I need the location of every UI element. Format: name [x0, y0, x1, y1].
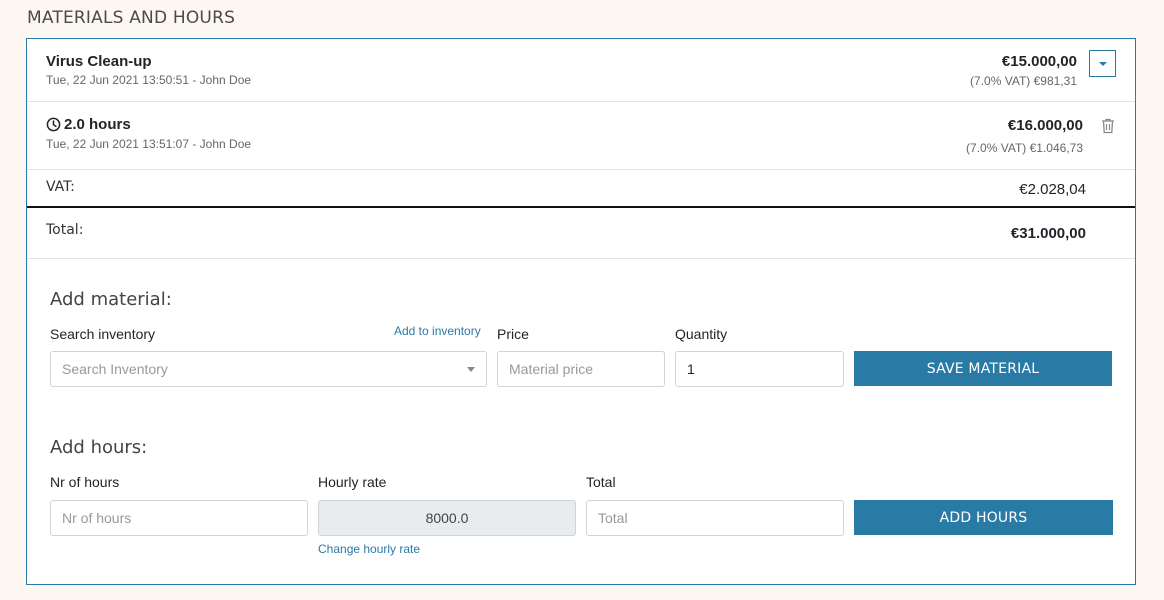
vat-row: VAT: €2.028,04: [27, 170, 1135, 208]
chevron-down-icon: [1098, 61, 1107, 66]
total-value: €31.000,00: [1010, 225, 1086, 242]
select-caret-icon: [467, 367, 475, 372]
item-options-button[interactable]: [1089, 50, 1116, 77]
materials-hours-panel: Virus Clean-up Tue, 22 Jun 2021 13:50:51…: [26, 38, 1136, 585]
search-inventory-select[interactable]: Search Inventory: [50, 351, 487, 387]
quantity-label: Quantity: [675, 326, 728, 342]
add-hours-button[interactable]: ADD HOURS: [854, 500, 1113, 535]
hourly-rate-value: 8000.0: [425, 510, 469, 526]
item-vat: (7.0% VAT) €1.046,73: [966, 141, 1083, 155]
price-label: Price: [497, 326, 529, 342]
item-meta: Tue, 22 Jun 2021 13:50:51 - John Doe: [46, 73, 252, 87]
item-price: €15.000,00: [1001, 53, 1077, 70]
add-hours-heading: Add hours:: [50, 437, 148, 458]
item-vat: (7.0% VAT) €981,31: [970, 74, 1077, 88]
total-label: Total:: [46, 222, 84, 238]
hours-total-label: Total: [586, 474, 616, 490]
item-meta: Tue, 22 Jun 2021 13:51:07 - John Doe: [46, 137, 252, 151]
hours-placeholder: Nr of hours: [62, 510, 132, 526]
add-material-heading: Add material:: [50, 289, 172, 310]
hours-input[interactable]: Nr of hours: [50, 500, 308, 536]
hours-total-placeholder: Total: [598, 510, 628, 526]
item-title-wrap: 2.0 hours: [46, 116, 131, 133]
section-title: MATERIALS AND HOURS: [27, 8, 236, 28]
search-inventory-label: Search inventory: [50, 326, 156, 342]
vat-label: VAT:: [46, 179, 75, 195]
clock-icon: [46, 117, 61, 132]
hours-label: Nr of hours: [50, 474, 120, 490]
line-item-hours: 2.0 hours Tue, 22 Jun 2021 13:51:07 - Jo…: [27, 102, 1135, 170]
hours-total-input[interactable]: Total: [586, 500, 844, 536]
line-item-material: Virus Clean-up Tue, 22 Jun 2021 13:50:51…: [27, 39, 1135, 102]
item-title: 2.0 hours: [64, 116, 131, 133]
item-title: Virus Clean-up: [46, 53, 152, 70]
trash-icon[interactable]: [1101, 118, 1115, 134]
quantity-input[interactable]: 1: [675, 351, 844, 387]
material-price-placeholder: Material price: [509, 361, 594, 377]
total-row: Total: €31.000,00: [27, 208, 1135, 259]
item-price: €16.000,00: [1007, 117, 1083, 134]
add-to-inventory-link[interactable]: Add to inventory: [394, 324, 481, 338]
change-hourly-rate-link[interactable]: Change hourly rate: [318, 542, 420, 556]
vat-value: €2.028,04: [1019, 181, 1086, 198]
hourly-rate-input: 8000.0: [318, 500, 576, 536]
quantity-value: 1: [687, 361, 695, 377]
search-inventory-placeholder: Search Inventory: [62, 361, 168, 377]
save-material-button[interactable]: SAVE MATERIAL: [854, 351, 1112, 386]
hourly-rate-label: Hourly rate: [318, 474, 387, 490]
material-price-input[interactable]: Material price: [497, 351, 665, 387]
